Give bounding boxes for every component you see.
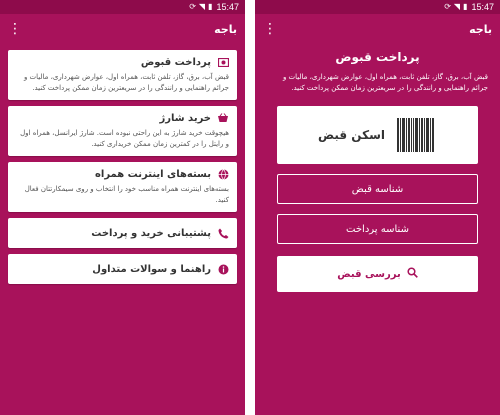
inquire-bill-button[interactable]: بررسی قبض: [277, 256, 478, 292]
card-internet-packages[interactable]: بسته‌های اینترنت همراه بسته‌های اینترنت …: [8, 162, 237, 212]
card-support[interactable]: پشتیبانی خرید و پرداخت: [8, 218, 237, 248]
inquire-bill-label: بررسی قبض: [337, 268, 401, 280]
home-screen: ⟳ ◥ ▮ 15:47 ⋮ باجه پرداخت قبوض قبض آب، ب…: [0, 0, 245, 415]
status-icons: ⟳ ◥ ▮: [189, 3, 212, 11]
overflow-menu-icon[interactable]: ⋮: [263, 22, 277, 36]
search-icon: [407, 267, 418, 281]
card-desc: بسته‌های اینترنت همراه مناسب خود را انتخ…: [24, 185, 229, 204]
app-title: باجه: [469, 22, 492, 36]
status-time: 15:47: [216, 2, 239, 12]
globe-icon: [217, 168, 229, 180]
card-buy-charge[interactable]: خرید شارژ هیچوقت خرید شارژ به این راحتی …: [8, 106, 237, 156]
barcode-icon: [397, 118, 437, 152]
bill-id-field[interactable]: شناسه قبض: [277, 174, 478, 204]
card-desc: هیچوقت خرید شارژ به این راحتی نبوده است.…: [20, 129, 229, 148]
sync-icon: ⟳: [444, 2, 451, 11]
battery-icon: ▮: [208, 2, 213, 11]
app-bar: ⋮ باجه: [255, 14, 500, 44]
status-icons: ⟳ ◥ ▮: [444, 3, 467, 11]
app-title: باجه: [214, 22, 237, 36]
card-title: راهنما و سوالات متداول: [92, 263, 211, 275]
info-icon: [217, 263, 229, 275]
payment-id-field[interactable]: شناسه پرداخت: [277, 214, 478, 244]
card-title: پشتیبانی خرید و پرداخت: [91, 227, 211, 239]
bill-icon: [217, 56, 229, 68]
card-title: پرداخت قبوض: [140, 56, 211, 68]
scan-bill-label: اسکن قبض: [318, 128, 385, 142]
card-title: بسته‌های اینترنت همراه: [95, 168, 211, 180]
battery-icon: ▮: [463, 2, 468, 11]
card-help-faq[interactable]: راهنما و سوالات متداول: [8, 254, 237, 284]
page-description: قبض آب، برق، گاز، تلفن ثابت، همراه اول، …: [282, 73, 488, 92]
app-bar: ⋮ باجه: [0, 14, 245, 44]
wifi-icon: ◥: [198, 2, 206, 11]
status-bar: ⟳ ◥ ▮ 15:47: [0, 0, 245, 14]
phone-icon: [217, 227, 229, 239]
service-list: پرداخت قبوض قبض آب، برق، گاز، تلفن ثابت،…: [0, 44, 245, 284]
card-desc: قبض آب، برق، گاز، تلفن ثابت، همراه اول، …: [23, 73, 229, 92]
overflow-menu-icon[interactable]: ⋮: [8, 22, 22, 36]
card-title: خرید شارژ: [159, 112, 211, 124]
page-title: پرداخت قبوض: [335, 50, 420, 64]
wifi-icon: ◥: [453, 2, 461, 11]
basket-icon: [217, 112, 229, 124]
bill-payment-screen: ⟳ ◥ ▮ 15:47 ⋮ باجه پرداخت قبوض قبض آب، ب…: [255, 0, 500, 415]
scan-bill-button[interactable]: اسکن قبض: [277, 106, 478, 164]
status-bar: ⟳ ◥ ▮ 15:47: [255, 0, 500, 14]
card-bill-payment[interactable]: پرداخت قبوض قبض آب، برق، گاز، تلفن ثابت،…: [8, 50, 237, 100]
sync-icon: ⟳: [189, 2, 196, 11]
status-time: 15:47: [471, 2, 494, 12]
